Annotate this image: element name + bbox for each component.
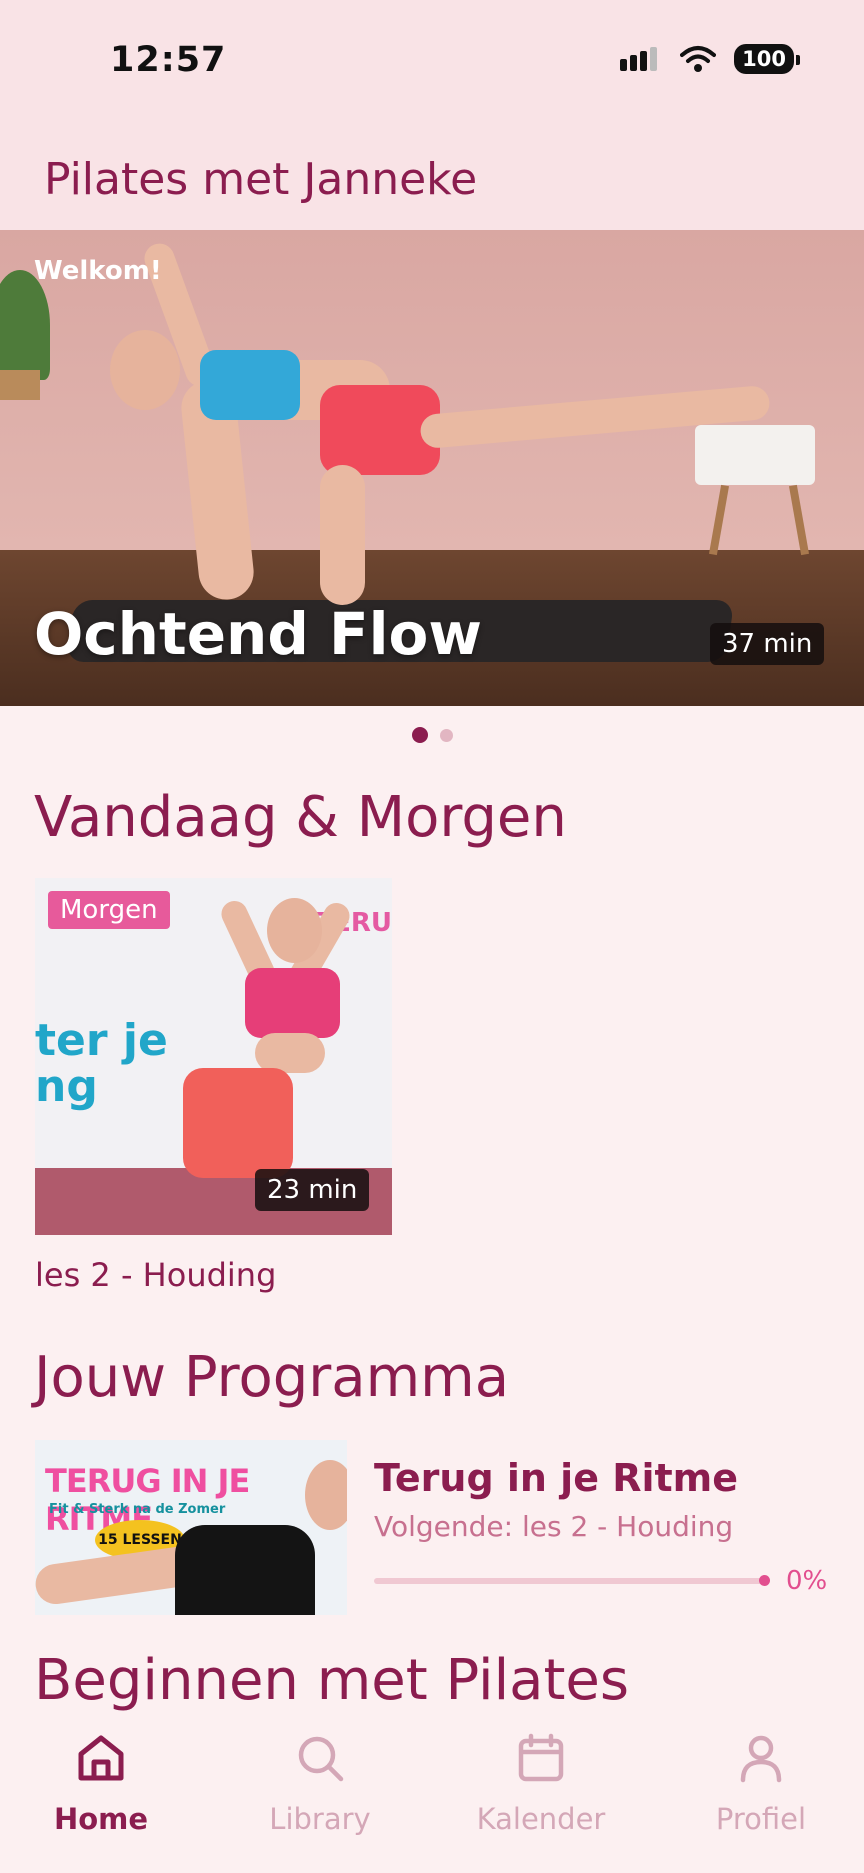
wifi-icon xyxy=(680,46,717,72)
hero-image-nightstand xyxy=(695,425,815,485)
calendar-icon xyxy=(518,1733,564,1782)
section-title-program: Jouw Programma xyxy=(34,1345,510,1410)
tab-home-label: Home xyxy=(53,1802,149,1836)
section-title-beginners: Beginnen met Pilates xyxy=(34,1648,630,1713)
profile-icon xyxy=(740,1735,782,1783)
workout-card-caption[interactable]: les 2 - Houding xyxy=(35,1256,276,1294)
home-icon xyxy=(78,1735,124,1781)
tab-profiel[interactable]: Profiel xyxy=(671,1732,851,1836)
morgen-badge: Morgen xyxy=(48,891,170,929)
tab-bar: Home Library Kalender Profiel xyxy=(0,1712,864,1873)
program-title[interactable]: Terug in je Ritme xyxy=(374,1456,738,1500)
tab-library[interactable]: Library xyxy=(230,1732,410,1836)
card-image-person-head xyxy=(267,898,322,963)
card-image-text: ter je ng xyxy=(35,1015,168,1112)
search-icon xyxy=(298,1736,344,1782)
program-progress-bar xyxy=(374,1575,770,1586)
tab-kalender[interactable]: Kalender xyxy=(451,1732,631,1836)
hero-image-person-head xyxy=(110,330,180,410)
program-next-lesson: Volgende: les 2 - Houding xyxy=(374,1510,734,1543)
hero-carousel-slide[interactable]: Welkom! Ochtend Flow 37 min xyxy=(0,230,864,706)
workout-card-thumbnail[interactable]: ter je ng TERU Morgen 23 min xyxy=(35,878,392,1235)
cellular-signal-icon xyxy=(620,47,658,71)
hero-duration-badge: 37 min xyxy=(710,623,825,665)
hero-image-table xyxy=(0,370,40,400)
program-thumb-subtitle: Fit & Sterk na de Zomer xyxy=(49,1502,226,1517)
card-image-person-top xyxy=(245,968,340,1038)
carousel-dot-active[interactable] xyxy=(411,727,428,743)
battery-indicator: 100 xyxy=(734,44,800,74)
hero-image-person-top xyxy=(200,350,300,420)
card-image-person-shorts xyxy=(183,1068,293,1178)
status-icons: 100 xyxy=(618,44,800,74)
status-time: 12:57 xyxy=(110,40,227,80)
card-duration-badge: 23 min xyxy=(255,1169,370,1211)
section-title-today: Vandaag & Morgen xyxy=(34,785,567,850)
hero-greeting: Welkom! xyxy=(34,256,162,286)
program-image-person-top xyxy=(175,1525,315,1615)
tab-kalender-label: Kalender xyxy=(476,1802,606,1836)
carousel-dot[interactable] xyxy=(439,729,453,742)
tab-profiel-label: Profiel xyxy=(715,1802,807,1836)
hero-title: Ochtend Flow xyxy=(34,600,482,668)
hero-image-person-leg xyxy=(320,465,365,605)
card-image-person-torso xyxy=(255,1033,325,1073)
program-progress-knob xyxy=(759,1575,770,1586)
app-title: Pilates met Janneke xyxy=(44,154,478,205)
tab-library-label: Library xyxy=(269,1802,371,1836)
status-bar: 12:57 100 xyxy=(0,0,864,130)
program-image-person-head xyxy=(305,1460,347,1530)
program-thumbnail[interactable]: TERUG IN JE RITME Fit & Sterk na de Zome… xyxy=(35,1440,347,1615)
carousel-pagination[interactable] xyxy=(0,727,864,743)
tab-home[interactable]: Home xyxy=(11,1732,191,1836)
app-header: Pilates met Janneke xyxy=(0,130,864,230)
program-progress-label: 0% xyxy=(786,1566,828,1596)
